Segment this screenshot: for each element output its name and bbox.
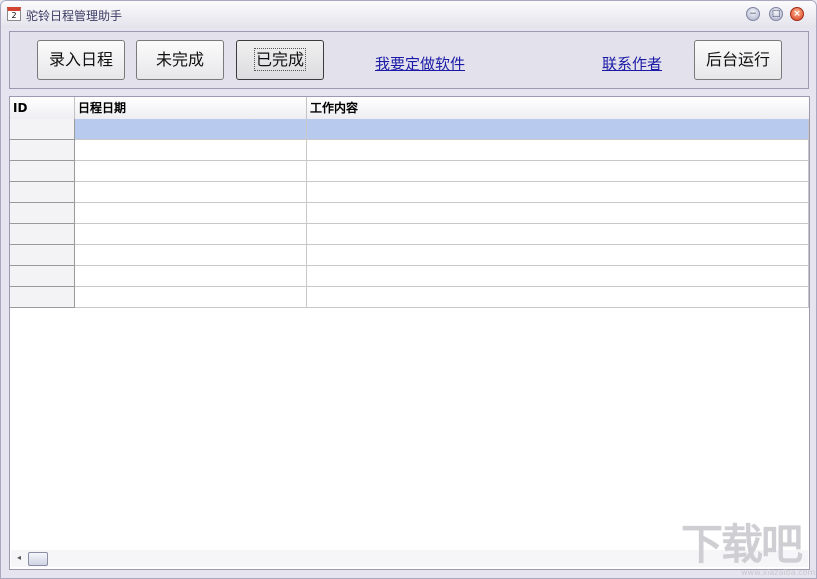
minimize-icon: − [747, 8, 759, 20]
run-background-button[interactable]: 后台运行 [694, 40, 782, 80]
scroll-left-icon[interactable]: ◂ [14, 553, 24, 563]
scrollbar-thumb[interactable] [28, 552, 48, 566]
row-content-cell[interactable] [307, 266, 809, 287]
row-date-cell[interactable] [75, 287, 307, 308]
row-id-cell[interactable] [10, 224, 75, 245]
close-button[interactable]: × [790, 7, 804, 21]
row-date-cell[interactable] [75, 119, 307, 140]
watermark-logo: 下载吧 [681, 521, 809, 569]
table-row[interactable] [10, 224, 809, 245]
table-row[interactable] [10, 266, 809, 287]
table-header: ID 日程日期 工作内容 [10, 97, 809, 120]
watermark-url: www.xiazaiba.com [741, 568, 815, 577]
row-id-cell[interactable] [10, 140, 75, 161]
row-date-cell[interactable] [75, 182, 307, 203]
contact-author-link[interactable]: 联系作者 [602, 53, 662, 74]
row-id-cell[interactable] [10, 245, 75, 266]
close-icon: × [791, 8, 803, 20]
row-content-cell[interactable] [307, 161, 809, 182]
minimize-button[interactable]: − [746, 7, 760, 21]
calendar-icon[interactable]: 2 [7, 7, 21, 21]
maximize-icon: □ [770, 8, 782, 20]
title-bar[interactable]: 2 驼铃日程管理助手 − □ × [1, 1, 816, 28]
row-content-cell[interactable] [307, 203, 809, 224]
row-id-cell[interactable] [10, 203, 75, 224]
row-id-cell[interactable] [10, 287, 75, 308]
maximize-button[interactable]: □ [769, 7, 783, 21]
run-background-label: 后台运行 [706, 50, 770, 69]
row-content-cell[interactable] [307, 287, 809, 308]
row-date-cell[interactable] [75, 245, 307, 266]
row-content-cell[interactable] [307, 140, 809, 161]
incomplete-label: 未完成 [156, 50, 204, 69]
row-date-cell[interactable] [75, 224, 307, 245]
row-date-cell[interactable] [75, 203, 307, 224]
row-id-cell[interactable] [10, 266, 75, 287]
custom-software-link[interactable]: 我要定做软件 [375, 53, 465, 74]
row-content-cell[interactable] [307, 119, 809, 140]
completed-button[interactable]: 已完成 [236, 40, 324, 80]
add-schedule-button[interactable]: 录入日程 [37, 40, 125, 80]
table-row[interactable] [10, 161, 809, 182]
table-row[interactable] [10, 245, 809, 266]
table-row[interactable] [10, 203, 809, 224]
app-window: 2 驼铃日程管理助手 − □ × 录入日程 未完成 已完成 我要定做软件 联系作… [0, 0, 817, 579]
row-date-cell[interactable] [75, 140, 307, 161]
incomplete-button[interactable]: 未完成 [136, 40, 224, 80]
table-row[interactable] [10, 119, 809, 140]
row-content-cell[interactable] [307, 182, 809, 203]
add-schedule-label: 录入日程 [49, 50, 113, 69]
row-id-cell[interactable] [10, 119, 75, 140]
column-header-date[interactable]: 日程日期 [75, 97, 307, 119]
row-date-cell[interactable] [75, 161, 307, 182]
column-header-content[interactable]: 工作内容 [307, 97, 809, 119]
row-content-cell[interactable] [307, 245, 809, 266]
row-content-cell[interactable] [307, 224, 809, 245]
table-row[interactable] [10, 287, 809, 308]
row-id-cell[interactable] [10, 161, 75, 182]
completed-label: 已完成 [256, 50, 304, 69]
row-id-cell[interactable] [10, 182, 75, 203]
table-row[interactable] [10, 182, 809, 203]
schedule-table[interactable]: ID 日程日期 工作内容 ◂ ▸ [9, 96, 810, 570]
table-row[interactable] [10, 140, 809, 161]
row-date-cell[interactable] [75, 266, 307, 287]
toolbar-panel: 录入日程 未完成 已完成 我要定做软件 联系作者 后台运行 [9, 31, 809, 89]
window-title: 驼铃日程管理助手 [26, 7, 122, 24]
column-header-id[interactable]: ID [10, 97, 75, 119]
